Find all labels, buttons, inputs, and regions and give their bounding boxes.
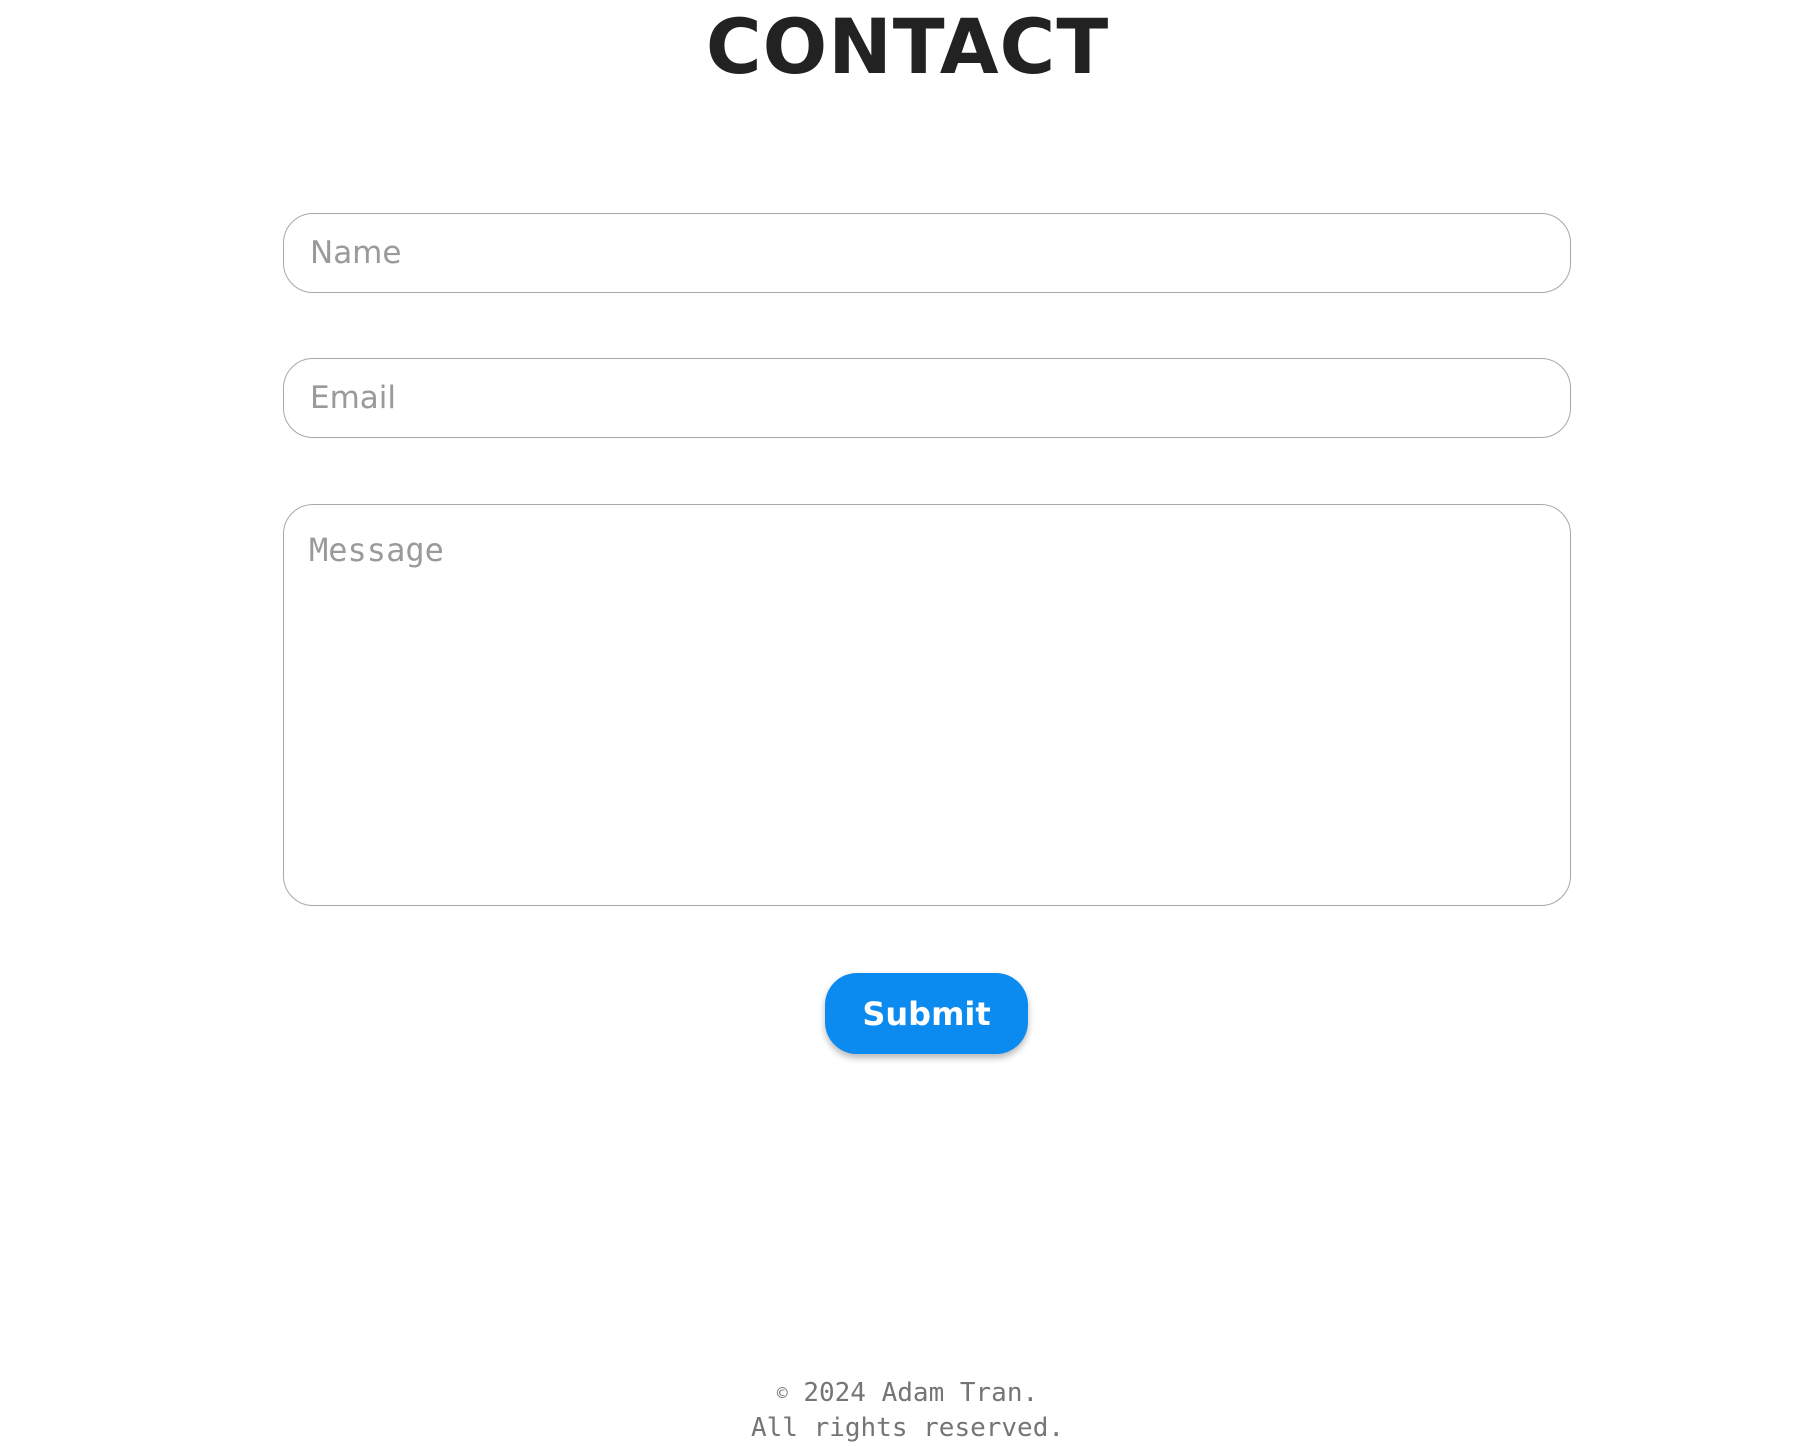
copyright-symbol: © [776, 1383, 788, 1404]
email-field[interactable] [283, 358, 1571, 438]
rights-reserved-text: All rights reserved. [750, 1413, 1065, 1443]
name-field[interactable] [283, 213, 1571, 293]
submit-button[interactable]: Submit [825, 973, 1028, 1054]
copyright-text: 2024 Adam Tran. [803, 1378, 1039, 1408]
contact-form: Submit [0, 0, 1815, 1100]
message-field[interactable] [283, 504, 1571, 906]
footer: © 2024 Adam Tran. All rights reserved. [0, 1376, 1815, 1446]
copyright-line: © 2024 Adam Tran. [0, 1376, 1815, 1411]
